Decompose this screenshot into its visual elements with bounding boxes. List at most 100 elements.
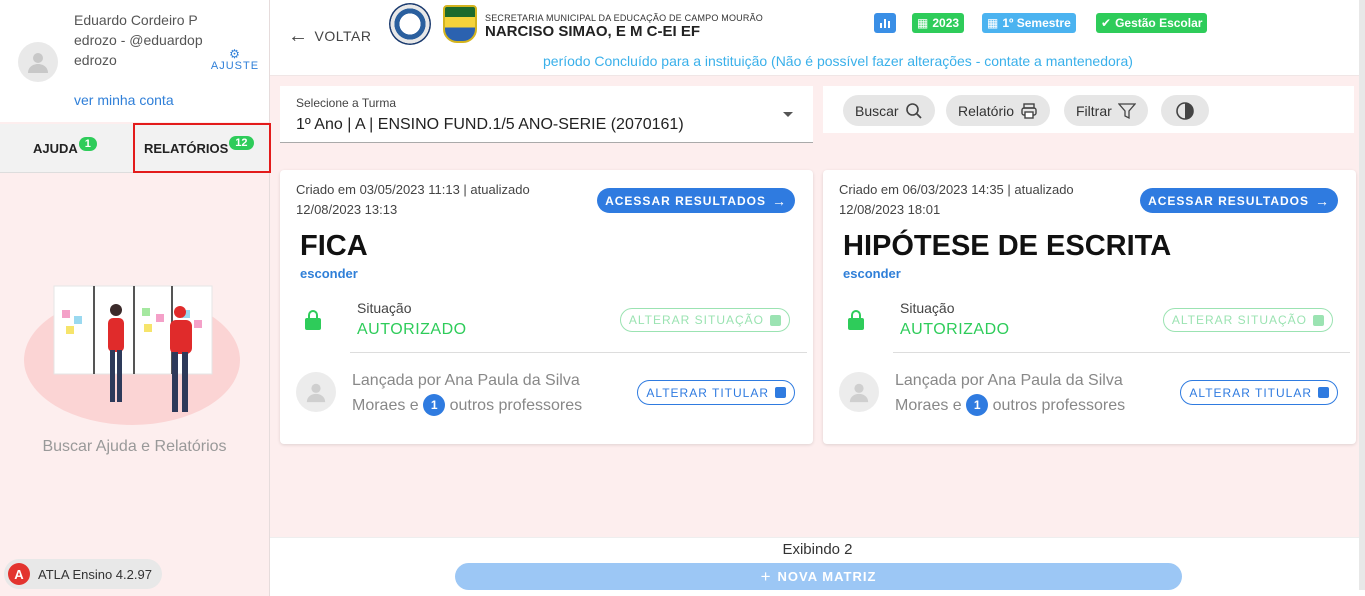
- search-button[interactable]: Buscar: [843, 95, 935, 126]
- edit-icon: [1318, 387, 1329, 398]
- check-circle-icon: ✔: [1101, 16, 1112, 30]
- tab-help[interactable]: AJUDA 1: [33, 124, 97, 173]
- management-label: Gestão Escolar: [1115, 16, 1203, 30]
- status-label: Situação: [900, 300, 955, 316]
- change-status-label: ALTERAR SITUAÇÃO: [628, 313, 764, 327]
- calendar-icon: ▦: [917, 16, 929, 30]
- header: ← VOLTAR SECRETARIA MUNICIPAL DA EDUCAÇÃ…: [270, 0, 1365, 76]
- class-select-label: Selecione a Turma: [296, 96, 397, 110]
- showing-count: Exibindo 2: [782, 541, 853, 558]
- teacher-avatar: [839, 372, 879, 412]
- management-chip[interactable]: ✔ Gestão Escolar: [1096, 13, 1208, 33]
- sidebar-tabs: AJUDA 1 RELATÓRIOS 12: [0, 123, 271, 173]
- access-results-label: ACESSAR RESULTADOS: [1148, 193, 1309, 208]
- new-matrix-label: NOVA MATRIZ: [777, 569, 877, 584]
- launched-by-suffix: outros professores: [992, 397, 1126, 414]
- semester-chip[interactable]: ▦ 1º Semestre: [982, 13, 1076, 33]
- card-dates: Criado em 06/03/2023 14:35 | atualizado …: [839, 182, 1074, 217]
- teacher-avatar: [296, 372, 336, 412]
- card-title: HIPÓTESE DE ESCRITA: [843, 230, 1172, 262]
- search-label: Buscar: [855, 102, 899, 119]
- help-count-badge: 1: [78, 136, 97, 151]
- school-subtitle: SECRETARIA MUNICIPAL DA EDUCAÇÃO DE CAMP…: [485, 13, 763, 23]
- contrast-icon: [1176, 101, 1194, 120]
- plus-icon: +: [760, 566, 772, 586]
- school-name: NARCISO SIMAO, E M C-EI EF: [485, 23, 701, 40]
- new-matrix-button[interactable]: + NOVA MATRIZ: [455, 563, 1182, 590]
- dropdown-arrow-icon: [783, 112, 793, 117]
- status-value: AUTORIZADO: [357, 321, 467, 338]
- person-icon: [306, 383, 326, 403]
- year-chip[interactable]: ▦ 2023: [912, 13, 965, 33]
- help-text: Buscar Ajuda e Relatórios: [42, 438, 227, 455]
- arrow-right-icon: →: [1315, 192, 1330, 209]
- edit-icon: [770, 314, 781, 326]
- my-account-link[interactable]: ver minha conta: [74, 92, 174, 108]
- edit-icon: [1313, 314, 1324, 326]
- dashboard-chip[interactable]: [874, 13, 896, 33]
- filter-label: Filtrar: [1076, 102, 1112, 119]
- tab-reports[interactable]: RELATÓRIOS 12: [133, 123, 271, 173]
- arrow-left-icon: ←: [288, 25, 309, 47]
- user-name: Eduardo Cordeiro Pedrozo - @eduardopedro…: [74, 12, 203, 68]
- person-icon: [28, 53, 48, 73]
- report-button[interactable]: Relatório: [946, 95, 1051, 126]
- version-label: ATLA Ensino 4.2.97: [38, 566, 152, 582]
- change-status-button[interactable]: ALTERAR SITUAÇÃO: [1162, 308, 1333, 332]
- tab-reports-label: RELATÓRIOS: [144, 140, 229, 156]
- change-owner-button[interactable]: ALTERAR TITULAR: [637, 380, 795, 405]
- theme-toggle-button[interactable]: [1161, 95, 1209, 126]
- change-status-button[interactable]: ALTERAR SITUAÇÃO: [619, 308, 790, 332]
- matrix-card: Criado em 06/03/2023 14:35 | atualizado …: [823, 170, 1356, 444]
- change-owner-button[interactable]: ALTERAR TITULAR: [1180, 380, 1338, 405]
- state-seal-icon: [389, 3, 431, 45]
- access-results-label: ACESSAR RESULTADOS: [605, 193, 766, 208]
- bar-chart-icon: [880, 19, 890, 28]
- printer-icon: [1021, 102, 1037, 119]
- status-value: AUTORIZADO: [900, 321, 1010, 338]
- search-icon: [905, 102, 922, 119]
- filter-button[interactable]: Filtrar: [1064, 95, 1148, 126]
- access-results-button[interactable]: ACESSAR RESULTADOS →: [597, 188, 795, 213]
- version-badge[interactable]: A ATLA Ensino 4.2.97: [4, 559, 162, 589]
- settings-button[interactable]: ⚙ AJUSTE: [208, 48, 262, 72]
- arrow-right-icon: →: [772, 192, 787, 209]
- city-coat-of-arms-icon: [443, 5, 477, 43]
- change-status-label: ALTERAR SITUAÇÃO: [1171, 313, 1307, 327]
- lock-icon: [305, 310, 321, 330]
- divider: [893, 352, 1350, 353]
- access-results-button[interactable]: ACESSAR RESULTADOS →: [1140, 188, 1338, 213]
- period-notice: período Concluído para a instituição (Nã…: [543, 53, 1133, 69]
- user-avatar[interactable]: [18, 42, 58, 82]
- settings-label: AJUSTE: [210, 60, 260, 72]
- toolbar: Buscar Relatório Filtrar: [823, 86, 1354, 133]
- back-label: VOLTAR: [314, 28, 372, 44]
- class-select[interactable]: Selecione a Turma 1º Ano | A | ENSINO FU…: [280, 86, 813, 143]
- card-dates: Criado em 03/05/2023 11:13 | atualizado …: [296, 182, 530, 217]
- reports-count-badge: 12: [229, 136, 254, 150]
- user-panel: Eduardo Cordeiro Pedrozo - @eduardopedro…: [0, 0, 269, 122]
- hide-link[interactable]: esconder: [300, 266, 358, 281]
- filter-icon: [1117, 102, 1136, 119]
- footer: Exibindo 2 + NOVA MATRIZ: [270, 537, 1365, 596]
- launched-by-text: Lançada por Ana Paula da Silva Moraes e …: [895, 368, 1165, 418]
- year-label: 2023: [932, 16, 960, 30]
- back-button[interactable]: ← VOLTAR: [288, 25, 372, 47]
- change-owner-label: ALTERAR TITULAR: [646, 385, 769, 400]
- card-title: FICA: [300, 230, 368, 262]
- class-select-value: 1º Ano | A | ENSINO FUND.1/5 ANO-SERIE (…: [296, 116, 684, 133]
- report-label: Relatório: [958, 102, 1015, 119]
- scrollbar[interactable]: [1359, 0, 1365, 590]
- change-owner-label: ALTERAR TITULAR: [1189, 385, 1312, 400]
- help-illustration: [24, 285, 240, 425]
- gear-icon: ⚙: [229, 47, 241, 61]
- status-label: Situação: [357, 300, 412, 316]
- person-icon: [849, 383, 869, 403]
- launched-by-text: Lançada por Ana Paula da Silva Moraes e …: [352, 368, 622, 418]
- edit-icon: [775, 387, 786, 398]
- hide-link[interactable]: esconder: [843, 266, 901, 281]
- others-count-badge: 1: [966, 394, 989, 416]
- sidebar: Eduardo Cordeiro Pedrozo - @eduardopedro…: [0, 0, 271, 596]
- divider: [350, 352, 807, 353]
- launched-by-suffix: outros professores: [449, 397, 583, 414]
